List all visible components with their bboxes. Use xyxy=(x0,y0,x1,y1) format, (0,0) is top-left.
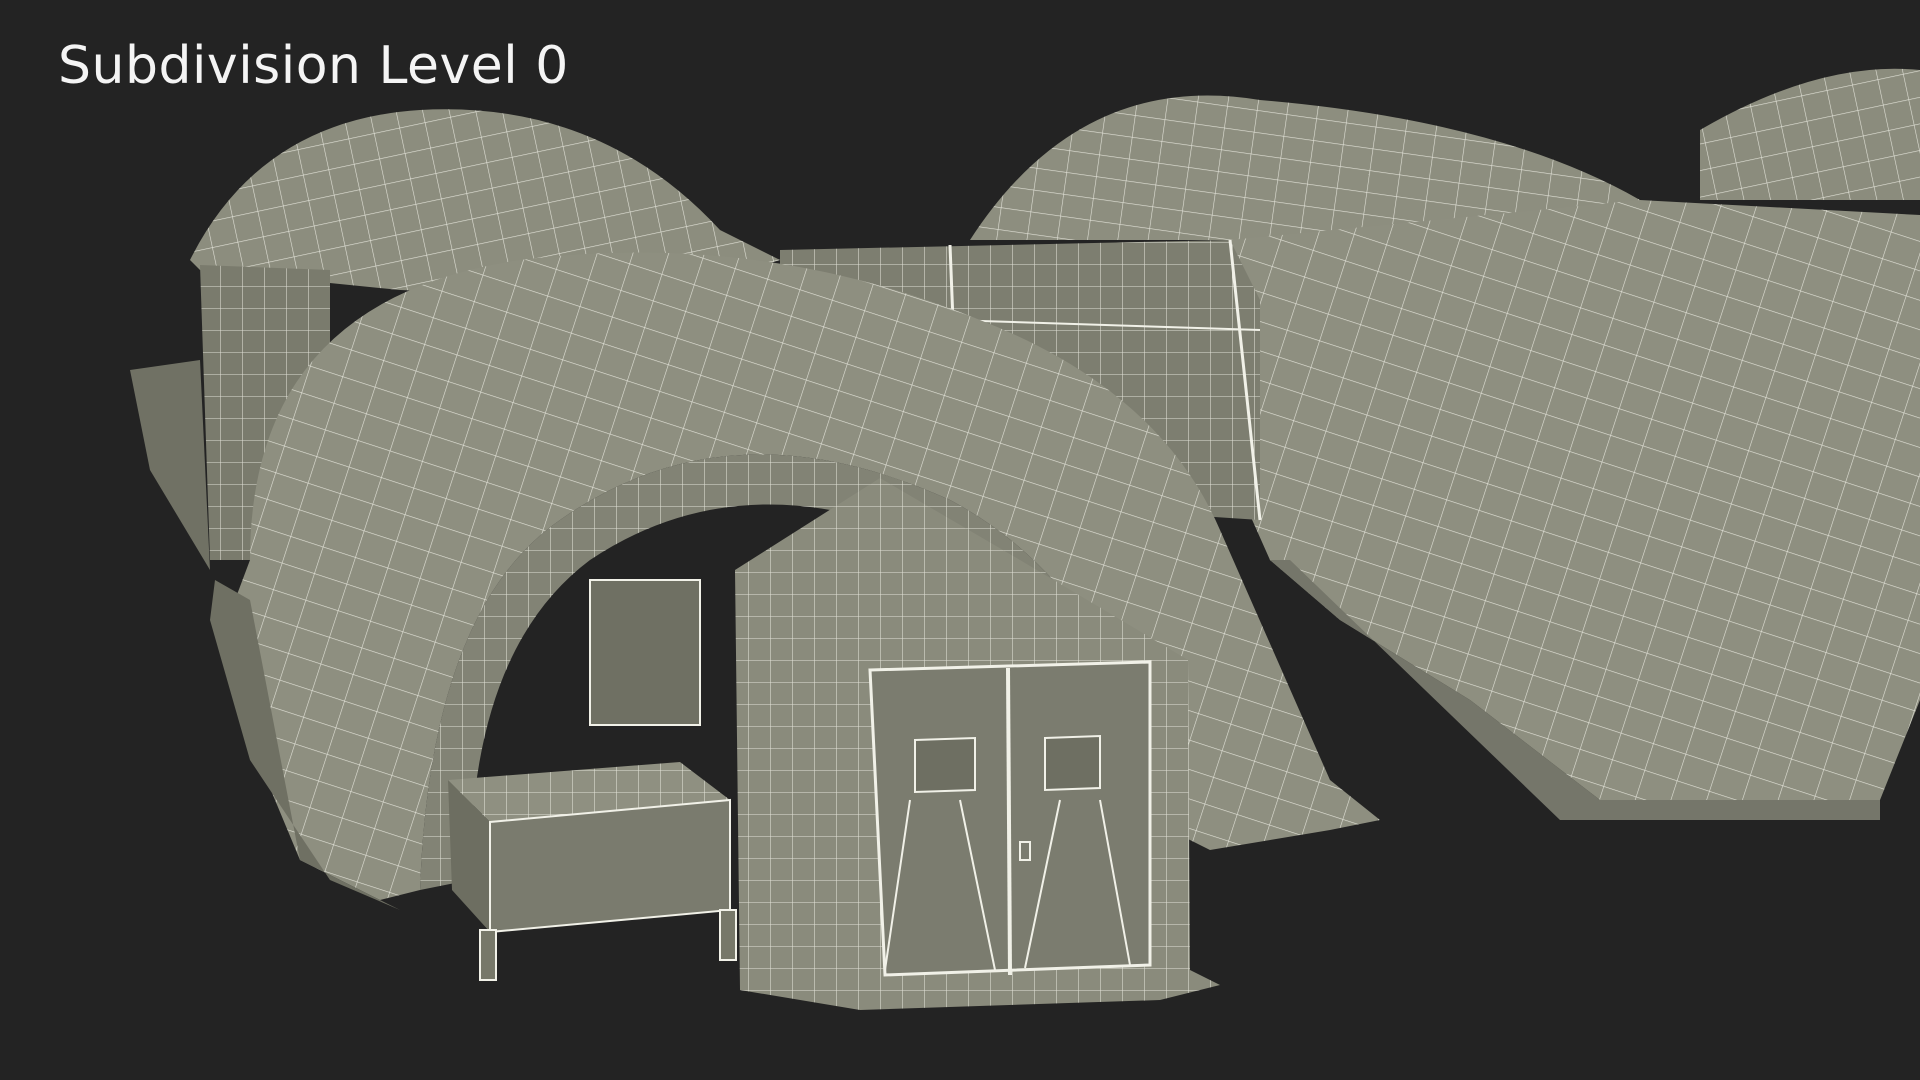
subdivision-level-label: Subdivision Level 0 xyxy=(58,36,569,96)
end-wall-panel xyxy=(589,579,701,726)
equipment-crate xyxy=(448,762,737,981)
viewport-render xyxy=(130,68,1920,1010)
